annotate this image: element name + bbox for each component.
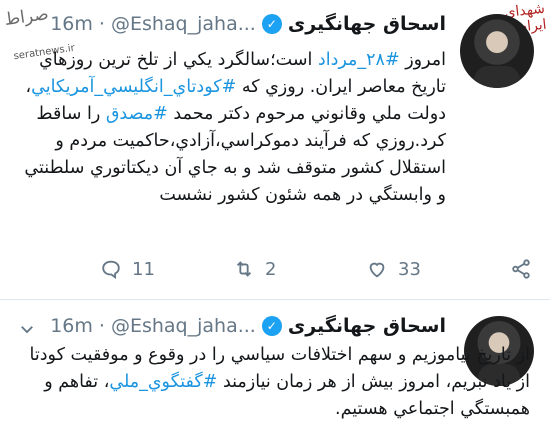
like-button[interactable]: 33 [366,256,421,282]
reply-button[interactable]: 11 [100,256,155,282]
hashtag-link[interactable]: #كودتاي_انگليسي_آمريكايي [31,77,236,97]
text-run: امروز [399,50,446,70]
hashtag-link[interactable]: #گفتگوي_ملي [109,372,217,392]
separator-dot: · [98,13,105,35]
tweet-text: امروز #۲۸_مرداد است؛سالگرد يكي از تلخ تر… [16,47,446,209]
timestamp[interactable]: 16m [50,315,93,337]
reply-count: 11 [132,258,155,280]
tweet-2[interactable]: اسحاق جهانگيرى ✓ @Eshaq_jaha... · 16m از… [0,300,550,433]
retweet-icon [236,261,252,277]
tweet-header: اسحاق جهانگيرى ✓ @Eshaq_jaha... · 16m [50,312,446,340]
separator-dot: · [98,315,105,337]
verified-badge-icon: ✓ [261,316,282,336]
hashtag-link[interactable]: #مصدق [106,104,168,124]
tweet-actions: 11 2 33 [100,256,532,282]
retweet-button[interactable]: 2 [233,256,276,282]
retweet-count: 2 [265,258,277,280]
tweet-1[interactable]: اسحاق جهانگيرى ✓ @Eshaq_jaha... · 16m ام… [0,0,550,300]
tweet-text: از تاريخ بياموزيم و سهم اختلافات سياسي ر… [18,342,530,423]
verified-badge-icon: ✓ [261,14,282,34]
handle[interactable]: @Eshaq_jaha... [111,315,256,337]
heart-icon [369,262,385,278]
share-button[interactable] [510,256,532,282]
hashtag-link[interactable]: #۲۸_مرداد [318,50,400,70]
display-name[interactable]: اسحاق جهانگيرى [288,315,446,337]
like-count: 33 [398,258,421,280]
timestamp[interactable]: 16m [50,13,93,35]
reply-icon [102,260,120,280]
chevron-down-icon[interactable] [18,320,36,338]
share-icon [512,259,530,279]
handle[interactable]: @Eshaq_jaha... [111,13,256,35]
avatar[interactable] [460,14,534,88]
display-name[interactable]: اسحاق جهانگيرى [288,13,446,35]
tweet-header: اسحاق جهانگيرى ✓ @Eshaq_jaha... · 16m [50,10,446,38]
